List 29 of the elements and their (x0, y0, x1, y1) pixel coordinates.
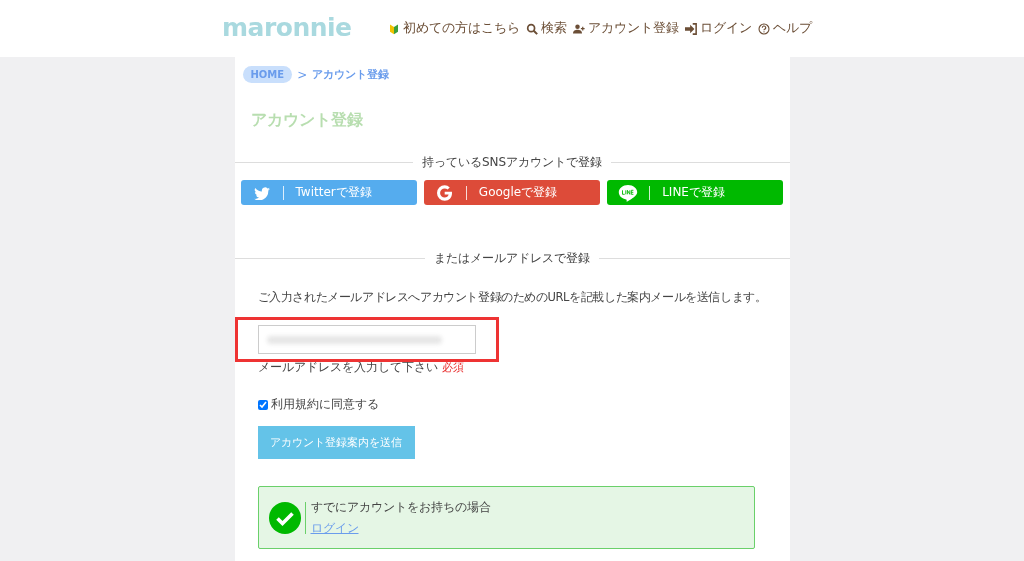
breadcrumb-separator: > (297, 67, 308, 82)
section-heading: またはメールアドレスで登録 (433, 250, 591, 267)
sign-in-icon (685, 22, 697, 35)
add-user-icon (573, 22, 585, 35)
terms-checkbox[interactable] (257, 399, 268, 410)
nav-link[interactable]: アカウント登録 (573, 20, 679, 37)
sns-signup-button[interactable]: Googleで登録 (423, 180, 601, 205)
check-circle-icon (268, 501, 301, 534)
required-tag: 必須 (441, 361, 464, 375)
section-heading: 持っているSNSアカウントで登録 (420, 154, 604, 171)
nav-link[interactable]: 検索 (526, 20, 567, 37)
nav-link[interactable]: ログイン (685, 20, 752, 37)
login-link[interactable]: ログイン (310, 519, 491, 537)
description-text: ご入力されたメールアドレスへアカウント登録のためのURLを記載した案内メールを送信します。 (257, 290, 767, 305)
page-title: アカウント登録 (250, 110, 364, 131)
nav-link[interactable]: 初めての方はこちら (388, 20, 520, 37)
g-letter-icon (437, 184, 453, 201)
beginner-mark-icon (388, 22, 400, 35)
email-input-field[interactable] (257, 325, 476, 354)
bird-icon (253, 185, 270, 200)
checkbox-label: 利用規約に同意する (270, 396, 379, 413)
help-icon (758, 22, 770, 35)
sns-signup-button[interactable]: Twitterで登録 (240, 180, 417, 205)
notice-text: すでにアカウントをお持ちの場合 (310, 498, 491, 516)
nav-link[interactable]: ヘルプ (758, 20, 812, 37)
sns-signup-button[interactable]: LINEで登録 (607, 180, 784, 205)
speech-bubble-icon (618, 183, 639, 202)
search-icon (526, 22, 538, 35)
breadcrumb-current: アカウント登録 (312, 67, 390, 82)
